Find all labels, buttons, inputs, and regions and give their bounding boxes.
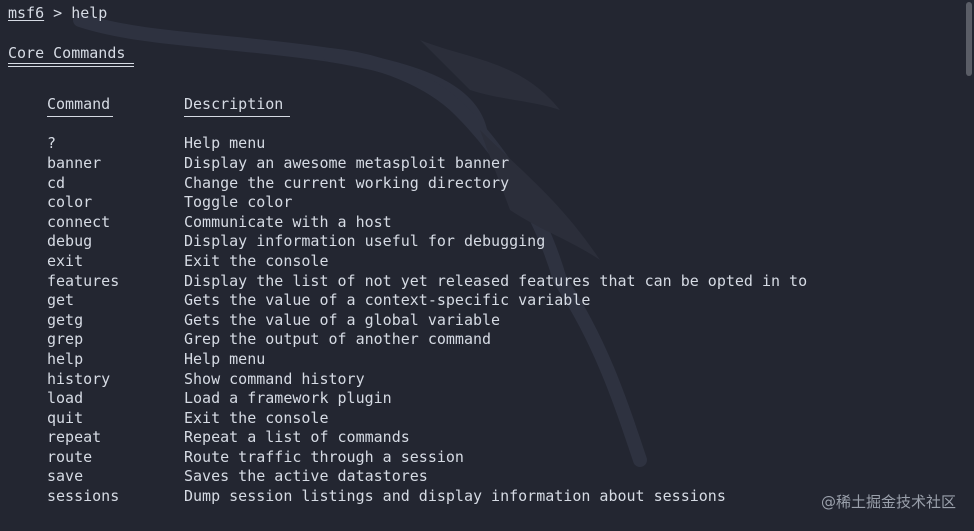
command-name: save bbox=[47, 467, 84, 486]
table-row: banner Display an awesome metasploit bann… bbox=[47, 154, 954, 174]
command-name: color bbox=[47, 193, 93, 212]
command-description: Help menu bbox=[184, 134, 266, 153]
watermark: @稀土掘金技术社区 bbox=[820, 493, 956, 512]
prompt-line: msf6 > help bbox=[8, 4, 954, 24]
command-description: Help menu bbox=[184, 349, 266, 368]
table-row: quit Exit the console bbox=[47, 409, 954, 429]
command-name: getg bbox=[47, 310, 84, 329]
command-name: load bbox=[47, 389, 84, 408]
table-row: load Load a framework plugin bbox=[47, 389, 954, 409]
command-name: route bbox=[47, 447, 93, 466]
prompt-separator: > bbox=[44, 4, 72, 22]
table-row: history Show command history bbox=[47, 370, 954, 390]
table-row: color Toggle color bbox=[47, 193, 954, 213]
table-row: debug Display information useful for debu… bbox=[47, 232, 954, 252]
command-description: Exit the console bbox=[184, 251, 329, 270]
command-name: grep bbox=[47, 330, 84, 349]
command-name: banner bbox=[47, 153, 102, 172]
command-name: cd bbox=[47, 173, 66, 192]
table-row: grep Grep the output of another command bbox=[47, 330, 954, 350]
prompt-command: help bbox=[71, 4, 108, 22]
command-description: Display information useful for debugging bbox=[184, 232, 546, 251]
table-row: route Route traffic through a session bbox=[47, 448, 954, 468]
command-name: history bbox=[47, 369, 111, 388]
terminal-content: msf6 > help Core Commands Command Descri… bbox=[8, 4, 954, 507]
command-name: ? bbox=[47, 134, 57, 153]
table-row: getg Gets the value of a global variable bbox=[47, 311, 954, 331]
command-name: help bbox=[47, 349, 84, 368]
table-body: ? Help menu banner Display an awesome metas… bbox=[47, 134, 954, 506]
table-header: Command Description bbox=[47, 95, 954, 115]
command-description: Saves the active datastores bbox=[184, 467, 428, 486]
command-description: Load a framework plugin bbox=[184, 389, 392, 408]
header-description: Description bbox=[184, 95, 284, 114]
command-name: repeat bbox=[47, 428, 102, 447]
command-description: Toggle color bbox=[184, 193, 293, 212]
table-row: ? Help menu bbox=[47, 134, 954, 154]
table-row: save Saves the active datastores bbox=[47, 467, 954, 487]
command-description: Show command history bbox=[184, 369, 365, 388]
command-name: get bbox=[47, 291, 75, 310]
table-row: cd Change the current working directory bbox=[47, 174, 954, 194]
terminal-window[interactable]: msf6 > help Core Commands Command Descri… bbox=[0, 0, 974, 531]
table-row: repeat Repeat a list of commands bbox=[47, 428, 954, 448]
command-description: Grep the output of another command bbox=[184, 330, 492, 349]
header-command: Command bbox=[47, 95, 111, 114]
table-row: get Gets the value of a context-specific … bbox=[47, 291, 954, 311]
table-row: help Help menu bbox=[47, 350, 954, 370]
command-description: Repeat a list of commands bbox=[184, 428, 410, 447]
command-description: Gets the value of a context-specific var… bbox=[184, 291, 591, 310]
command-description: Gets the value of a global variable bbox=[184, 310, 501, 329]
command-name: exit bbox=[47, 251, 84, 270]
header-underline bbox=[47, 115, 954, 135]
command-name: debug bbox=[47, 232, 93, 251]
table-row: sessions Dump session listings and displa… bbox=[47, 487, 954, 507]
command-name: connect bbox=[47, 212, 111, 231]
command-description: Communicate with a host bbox=[184, 212, 392, 231]
command-description: Change the current working directory bbox=[184, 173, 510, 192]
section-title-underline bbox=[8, 63, 134, 68]
section-title: Core Commands bbox=[8, 43, 126, 62]
command-description: Display the list of not yet released fea… bbox=[184, 271, 808, 290]
scrollbar[interactable] bbox=[966, 2, 972, 76]
commands-table: Command Description ? Help menu banner Disp… bbox=[47, 95, 954, 506]
command-description: Route traffic through a session bbox=[184, 447, 464, 466]
table-row: exit Exit the console bbox=[47, 252, 954, 272]
table-row: connect Communicate with a host bbox=[47, 213, 954, 233]
prompt-name: msf6 bbox=[8, 4, 45, 22]
table-row: features Display the list of not yet rele… bbox=[47, 272, 954, 292]
command-description: Display an awesome metasploit banner bbox=[184, 153, 510, 172]
command-name: features bbox=[47, 271, 120, 290]
command-description: Exit the console bbox=[184, 408, 329, 427]
command-name: quit bbox=[47, 408, 84, 427]
command-name: sessions bbox=[47, 487, 120, 506]
